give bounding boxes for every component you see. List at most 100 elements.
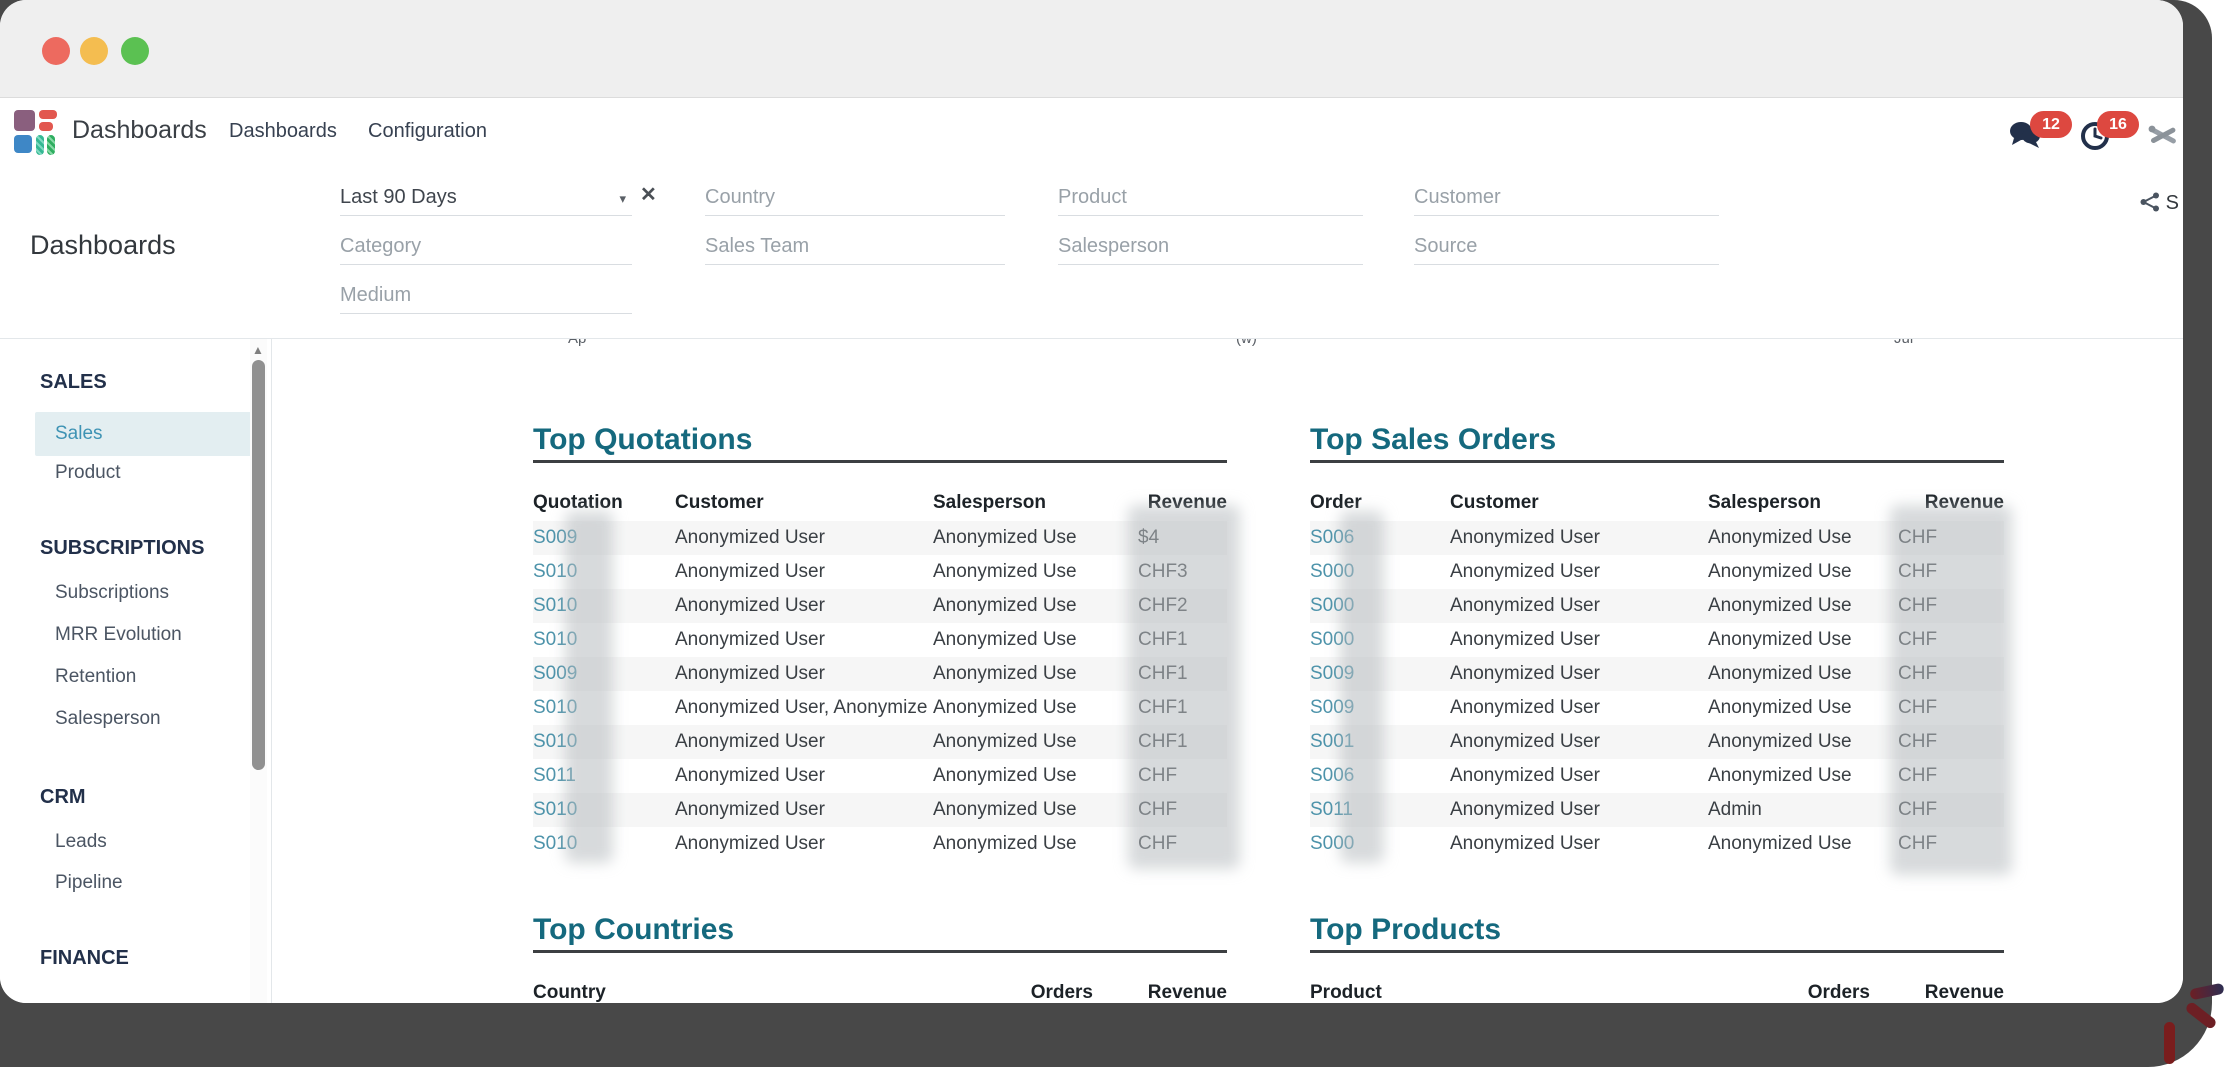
app-icon-tile [14,135,32,153]
menu-configuration[interactable]: Configuration [368,120,487,143]
sidebar-item-leads[interactable]: Leads [55,820,107,864]
app-icon-tile [39,110,57,119]
blur-overlay-quotation-ids [565,511,613,863]
sidebar-item-mrr-evolution[interactable]: MRR Evolution [55,613,182,657]
column-header[interactable]: Salesperson [1708,492,1898,514]
column-header[interactable]: Customer [675,492,933,514]
dashboard-content: Ap (w) Jul Top Quotations Quotation Cust… [272,339,2183,1003]
top-quotations-table: Quotation Customer Salesperson Revenue S… [533,492,1227,861]
menu-dashboards[interactable]: Dashboards [229,120,337,143]
table-row[interactable]: S010 Anonymized User Anonymized Use CHF [533,827,1227,861]
table-row[interactable]: S010 Anonymized User Anonymized Use CHF1 [533,725,1227,759]
app-icon-tile [36,135,44,155]
salesperson-cell: Anonymized Use [1708,827,1898,861]
table-row[interactable]: S010 Anonymized User Anonymized Use CHF2 [533,589,1227,623]
app-window: Dashboards Dashboards Configuration 12 1… [0,0,2183,1003]
remove-facet-icon[interactable]: ✕ [640,182,657,207]
column-header[interactable]: Orders [953,982,1093,1003]
category-filter-input[interactable]: Category [340,231,632,265]
date-filter-facet[interactable]: Last 90 Days ▾ [340,182,632,216]
product-filter-input[interactable]: Product [1058,182,1363,216]
table-row[interactable]: S010 Anonymized User Anonymized Use CHF1 [533,623,1227,657]
salesperson-filter-input[interactable]: Salesperson [1058,231,1363,265]
table-row[interactable]: S010 Anonymized User Anonymized Use CHF [533,793,1227,827]
salesperson-cell: Anonymized Use [1708,589,1898,623]
zoom-window-button[interactable] [121,37,149,65]
customer-cell: Anonymized User [675,827,933,861]
top-countries-header: Country Orders Revenue [533,982,1227,1003]
sidebar-item-product[interactable]: Product [55,451,120,495]
customer-cell: Anonymized User [1450,521,1708,555]
salesperson-cell: Anonymized Use [933,759,1138,793]
dashboard-sidebar: SALES Sales Product SUBSCRIPTIONS Subscr… [0,339,272,1003]
salesperson-cell: Anonymized Use [933,555,1138,589]
top-products-header: Product Orders Revenue [1310,982,2004,1003]
sidebar-item-subscriptions[interactable]: Subscriptions [55,571,169,615]
column-header[interactable]: Orders [1730,982,1870,1003]
customer-cell: Anonymized User [1450,725,1708,759]
sidebar-scrollbar[interactable]: ▲ [250,339,267,1003]
sidebar-section-sales: SALES [40,371,107,394]
close-window-button[interactable] [42,37,70,65]
salesperson-cell: Anonymized Use [1708,759,1898,793]
sidebar-item-pipeline[interactable]: Pipeline [55,861,123,905]
salesperson-cell: Anonymized Use [1708,657,1898,691]
blur-overlay-quotation-revenue [1128,505,1240,869]
chevron-down-icon[interactable]: ▾ [619,184,626,214]
column-header[interactable]: Revenue [1870,982,2004,1003]
table-row[interactable]: S009 Anonymized User Anonymized Use $4 [533,521,1227,555]
customer-filter-input[interactable]: Customer [1414,182,1719,216]
top-quotations-header: Quotation Customer Salesperson Revenue [533,492,1227,514]
customer-cell: Anonymized User [1450,827,1708,861]
page-title: Dashboards [30,230,176,261]
source-filter-input[interactable]: Source [1414,231,1719,265]
column-header[interactable]: Salesperson [933,492,1138,514]
scroll-up-arrow-icon[interactable]: ▲ [252,343,264,357]
table-row[interactable]: S009 Anonymized User Anonymized Use CHF1 [533,657,1227,691]
customer-cell: Anonymized User [1450,793,1708,827]
customer-cell: Anonymized User [675,657,933,691]
medium-filter-input[interactable]: Medium [340,280,632,314]
customer-cell: Anonymized User [1450,589,1708,623]
salesperson-cell: Anonymized Use [933,827,1138,861]
column-header[interactable]: Revenue [1093,982,1227,1003]
country-filter-input[interactable]: Country [705,182,1005,216]
table-row[interactable]: S010 Anonymized User Anonymized Use CHF3 [533,555,1227,589]
customer-cell: Anonymized User [1450,555,1708,589]
axis-label-fragment: Ap [568,339,618,347]
sales-team-filter-input[interactable]: Sales Team [705,231,1005,265]
top-sales-orders-title: Top Sales Orders [1310,423,1556,457]
table-row[interactable]: S011 Anonymized User Anonymized Use CHF [533,759,1227,793]
salesperson-cell: Anonymized Use [933,657,1138,691]
activities-badge: 16 [2097,111,2139,138]
minimize-window-button[interactable] [80,37,108,65]
sidebar-scrollbar-thumb[interactable] [252,360,265,770]
screenshot-canvas: Dashboards Dashboards Configuration 12 1… [0,0,2225,1067]
table-row[interactable]: S010 Anonymized User, Anonymize Anonymiz… [533,691,1227,725]
app-brand-name[interactable]: Dashboards [72,116,207,145]
column-header[interactable]: Product [1310,982,1730,1003]
customer-cell: Anonymized User [1450,691,1708,725]
customer-cell: Anonymized User [675,623,933,657]
salesperson-cell: Anonymized Use [1708,623,1898,657]
column-header[interactable]: Customer [1450,492,1708,514]
top-countries-title: Top Countries [533,913,734,947]
sidebar-item-sales[interactable]: Sales [35,412,257,456]
sidebar-item-salesperson[interactable]: Salesperson [55,697,161,741]
sidebar-item-retention[interactable]: Retention [55,655,136,699]
top-countries-rule [533,950,1227,953]
column-header[interactable]: Order [1310,492,1450,514]
customer-cell: Anonymized User [675,589,933,623]
salesperson-cell: Anonymized Use [1708,691,1898,725]
developer-tools-icon[interactable] [2148,122,2178,150]
salesperson-cell: Anonymized Use [933,623,1138,657]
blur-overlay-order-ids [1340,511,1384,863]
share-button[interactable]: S [2140,190,2183,218]
sidebar-section-crm: CRM [40,786,86,809]
app-icon-tile [14,110,35,131]
dashboards-app-icon[interactable] [14,110,60,156]
customer-cell: Anonymized User [1450,657,1708,691]
salesperson-cell: Anonymized Use [933,793,1138,827]
column-header[interactable]: Country [533,982,953,1003]
customer-cell: Anonymized User [675,725,933,759]
